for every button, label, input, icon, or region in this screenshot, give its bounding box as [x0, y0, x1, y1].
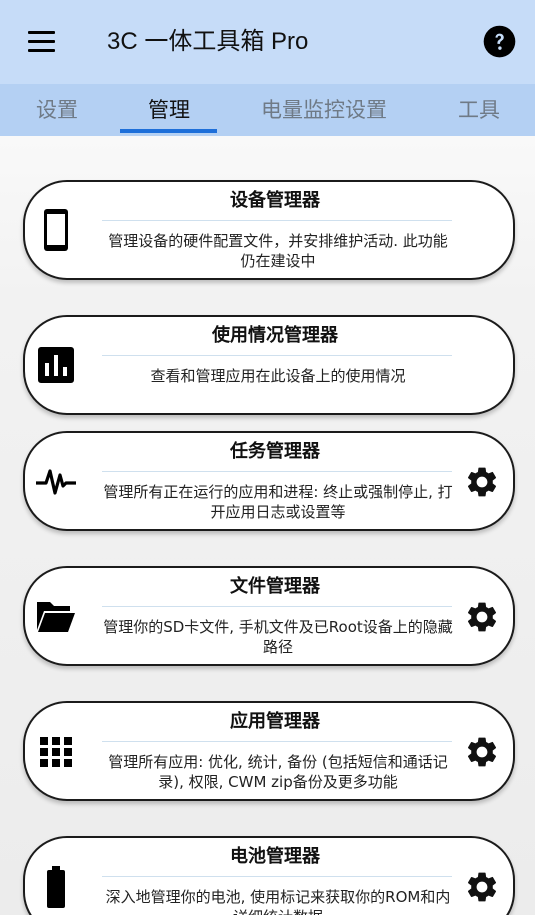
folder-open-icon — [37, 602, 75, 632]
file-manager-card[interactable]: 文件管理器 管理你的SD卡文件, 手机文件及已Root设备上的隐藏路径 — [23, 566, 515, 666]
gear-icon[interactable] — [464, 599, 500, 635]
app-bar: 3C 一体工具箱 Pro — [0, 0, 535, 84]
card-description: 管理你的SD卡文件, 手机文件及已Root设备上的隐藏路径 — [103, 618, 453, 656]
card-divider — [102, 876, 452, 877]
bar-chart-icon — [38, 347, 74, 383]
card-title: 电池管理器 — [230, 846, 320, 867]
card-description: 深入地管理你的电池, 使用标记来获取你的ROM和内详细统计数据 — [105, 888, 451, 915]
card-title: 应用管理器 — [230, 711, 320, 732]
battery-icon — [47, 866, 65, 908]
gear-icon[interactable] — [464, 464, 500, 500]
app-manager-card[interactable]: 应用管理器 管理所有应用: 优化, 统计, 备份 (包括短信和通话记录), 权限… — [23, 701, 515, 801]
gear-icon[interactable] — [464, 734, 500, 770]
menu-icon[interactable] — [26, 29, 58, 55]
card-title: 使用情况管理器 — [212, 325, 338, 346]
tab-manage[interactable]: 管理 — [148, 96, 190, 124]
tab-battery-monitor-settings[interactable]: 电量监控设置 — [261, 96, 387, 124]
help-circle-icon[interactable] — [483, 25, 516, 58]
pulse-icon — [36, 469, 76, 495]
card-divider — [102, 741, 452, 742]
apps-grid-icon — [40, 737, 72, 767]
card-title: 文件管理器 — [230, 576, 320, 597]
card-description: 管理设备的硬件配置文件，并安排维护活动. 此功能仍在建设中 — [108, 232, 448, 270]
card-description: 查看和管理应用在此设备上的使用情况 — [150, 367, 406, 385]
task-manager-card[interactable]: 任务管理器 管理所有正在运行的应用和进程: 终止或强制停止, 打开应用日志或设置… — [23, 431, 515, 531]
battery-manager-card[interactable]: 电池管理器 深入地管理你的电池, 使用标记来获取你的ROM和内详细统计数据 — [23, 836, 515, 915]
device-manager-card[interactable]: 设备管理器 管理设备的硬件配置文件，并安排维护活动. 此功能仍在建设中 — [23, 180, 515, 280]
card-divider — [102, 220, 452, 221]
card-title: 设备管理器 — [230, 190, 320, 211]
card-divider — [102, 606, 452, 607]
gear-icon[interactable] — [464, 869, 500, 905]
tab-settings[interactable]: 设置 — [36, 96, 78, 124]
tab-indicator — [120, 129, 217, 133]
usage-manager-card[interactable]: 使用情况管理器 查看和管理应用在此设备上的使用情况 — [23, 315, 515, 415]
tab-tools[interactable]: 工具 — [458, 96, 500, 124]
app-title: 3C 一体工具箱 Pro — [107, 28, 309, 55]
card-description: 管理所有应用: 优化, 统计, 备份 (包括短信和通话记录), 权限, CWM … — [108, 753, 448, 791]
smartphone-icon — [44, 209, 68, 251]
tab-bar: 设置 管理 电量监控设置 工具 — [0, 84, 535, 136]
card-divider — [102, 355, 452, 356]
card-description: 管理所有正在运行的应用和进程: 终止或强制停止, 打开应用日志或设置等 — [103, 483, 453, 521]
card-title: 任务管理器 — [230, 441, 320, 462]
card-divider — [102, 471, 452, 472]
